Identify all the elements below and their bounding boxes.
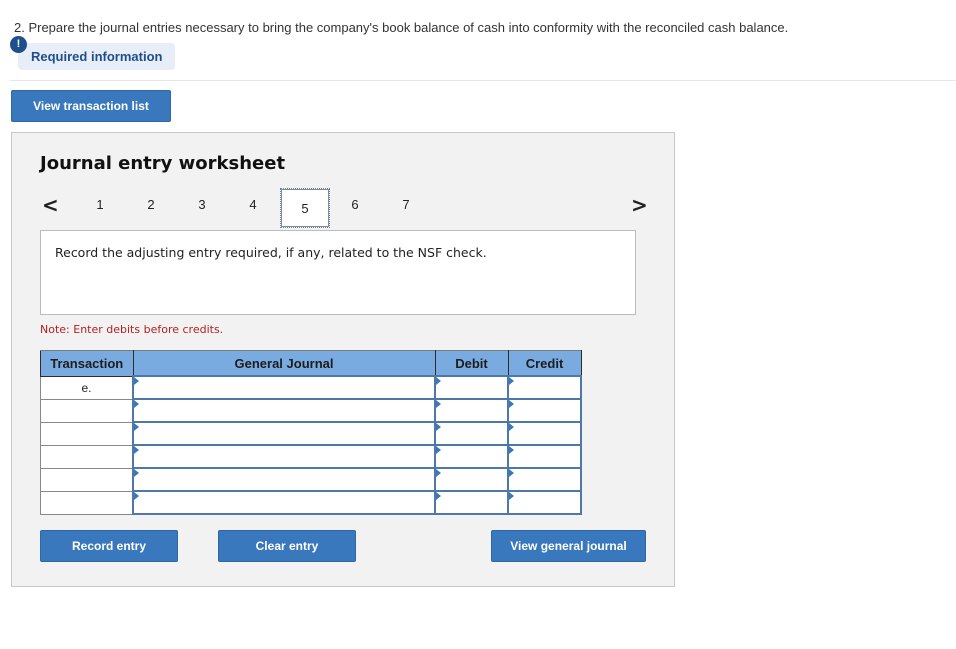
record-entry-button[interactable]: Record entry xyxy=(40,530,178,562)
dropdown-arrow-icon xyxy=(436,377,441,385)
header-transaction: Transaction xyxy=(40,350,134,377)
journal-table: Transaction General Journal Debit Credit… xyxy=(40,350,582,515)
divider xyxy=(10,80,956,81)
required-information-tab[interactable]: Required information xyxy=(18,43,175,70)
dropdown-arrow-icon xyxy=(134,492,139,500)
dropdown-arrow-icon xyxy=(436,469,441,477)
dropdown-arrow-icon xyxy=(509,377,514,385)
dropdown-arrow-icon xyxy=(134,377,139,385)
debit-input[interactable] xyxy=(434,421,509,446)
table-row xyxy=(40,467,582,492)
account-input[interactable] xyxy=(132,421,436,446)
transaction-cell xyxy=(40,467,134,492)
dropdown-arrow-icon xyxy=(134,400,139,408)
account-input[interactable] xyxy=(132,398,436,423)
dropdown-arrow-icon xyxy=(134,446,139,454)
table-row xyxy=(40,490,582,515)
dropdown-arrow-icon xyxy=(509,492,514,500)
page-1-tab[interactable]: 1 xyxy=(90,197,110,212)
dropdown-arrow-icon xyxy=(134,469,139,477)
table-row xyxy=(40,398,582,423)
transaction-cell xyxy=(40,398,134,423)
credit-input[interactable] xyxy=(507,375,582,400)
debit-input[interactable] xyxy=(434,490,509,515)
page-7-tab[interactable]: 7 xyxy=(396,197,416,212)
dropdown-arrow-icon xyxy=(436,400,441,408)
required-information-label: Required information xyxy=(31,49,163,64)
table-row: e. xyxy=(40,375,582,400)
account-input[interactable] xyxy=(132,467,436,492)
debit-input[interactable] xyxy=(434,398,509,423)
credit-input[interactable] xyxy=(507,398,582,423)
header-credit: Credit xyxy=(507,350,582,377)
dropdown-arrow-icon xyxy=(509,446,514,454)
page-4-tab[interactable]: 4 xyxy=(243,197,263,212)
table-row xyxy=(40,444,582,469)
header-debit: Debit xyxy=(434,350,509,377)
table-row xyxy=(40,421,582,446)
dropdown-arrow-icon xyxy=(436,423,441,431)
dropdown-arrow-icon xyxy=(134,423,139,431)
transaction-cell xyxy=(40,444,134,469)
dropdown-arrow-icon xyxy=(509,423,514,431)
dropdown-arrow-icon xyxy=(436,492,441,500)
credit-input[interactable] xyxy=(507,467,582,492)
worksheet-title: Journal entry worksheet xyxy=(40,153,286,174)
chevron-left-icon[interactable]: < xyxy=(42,193,59,217)
alert-icon: ! xyxy=(10,36,27,53)
chevron-right-icon[interactable]: > xyxy=(631,193,648,217)
journal-entry-worksheet: Journal entry worksheet < 1 2 3 4 5 6 7 … xyxy=(11,132,675,587)
account-input[interactable] xyxy=(132,444,436,469)
debit-input[interactable] xyxy=(434,444,509,469)
account-input[interactable] xyxy=(132,490,436,515)
transaction-cell xyxy=(40,421,134,446)
account-input[interactable] xyxy=(132,375,436,400)
page-2-tab[interactable]: 2 xyxy=(141,197,161,212)
dropdown-arrow-icon xyxy=(509,400,514,408)
view-transaction-list-button[interactable]: View transaction list xyxy=(11,90,171,122)
dropdown-arrow-icon xyxy=(436,446,441,454)
page-5-tab-active[interactable]: 5 xyxy=(280,188,330,228)
transaction-cell: e. xyxy=(40,375,134,400)
credit-input[interactable] xyxy=(507,421,582,446)
prompt-text: Record the adjusting entry required, if … xyxy=(55,245,487,260)
dropdown-arrow-icon xyxy=(509,469,514,477)
note-text: Note: Enter debits before credits. xyxy=(40,323,224,336)
debit-input[interactable] xyxy=(434,467,509,492)
question-text: 2. Prepare the journal entries necessary… xyxy=(14,22,789,35)
clear-entry-button[interactable]: Clear entry xyxy=(218,530,356,562)
transaction-cell xyxy=(40,490,134,515)
view-general-journal-button[interactable]: View general journal xyxy=(491,530,646,562)
page-3-tab[interactable]: 3 xyxy=(192,197,212,212)
credit-input[interactable] xyxy=(507,444,582,469)
prompt-box: Record the adjusting entry required, if … xyxy=(40,230,636,315)
page-6-tab[interactable]: 6 xyxy=(345,197,365,212)
header-general-journal: General Journal xyxy=(132,350,436,377)
credit-input[interactable] xyxy=(507,490,582,515)
debit-input[interactable] xyxy=(434,375,509,400)
